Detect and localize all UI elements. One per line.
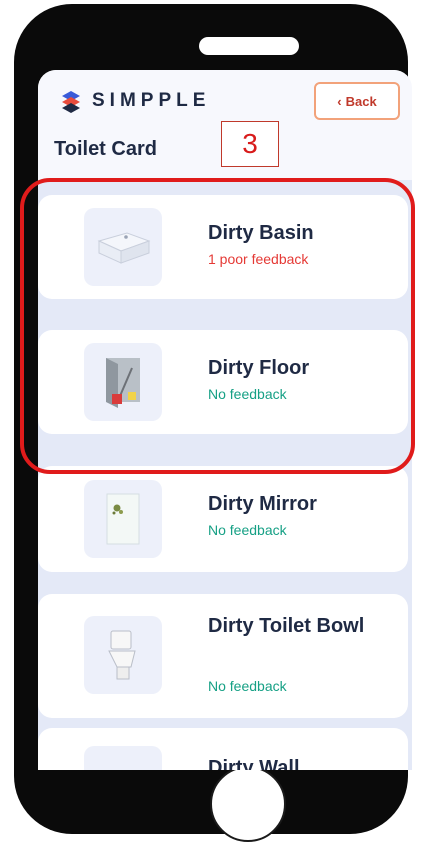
item-status: No feedback [208,678,287,694]
page-title: Toilet Card [54,138,157,160]
wall-icon [84,746,162,770]
annotation-step-number: 3 [221,121,279,167]
item-title: Dirty Toilet Bowl [208,615,365,637]
item-title: Dirty Wall [208,757,300,770]
item-title: Dirty Mirror [208,493,317,515]
back-button[interactable]: ‹ Back [314,82,400,120]
back-button-label: Back [345,93,377,109]
item-status: No feedback [208,522,287,538]
mirror-icon [84,480,162,558]
list-item-dirty-wall[interactable]: Dirty Wall [38,728,408,770]
brand-logo: SIMPPLE [58,88,210,114]
toilet-bowl-icon [84,616,162,694]
list-item-dirty-toilet-bowl[interactable]: Dirty Toilet Bowl No feedback [38,594,408,718]
home-button[interactable] [210,766,286,842]
chevron-left-icon: ‹ [337,93,342,109]
simpple-logo-icon [62,91,80,113]
list-item-dirty-mirror[interactable]: Dirty Mirror No feedback [38,466,408,572]
annotation-highlight-frame [20,178,415,474]
speaker-grille [199,37,299,55]
brand-name: SIMPPLE [92,90,211,111]
